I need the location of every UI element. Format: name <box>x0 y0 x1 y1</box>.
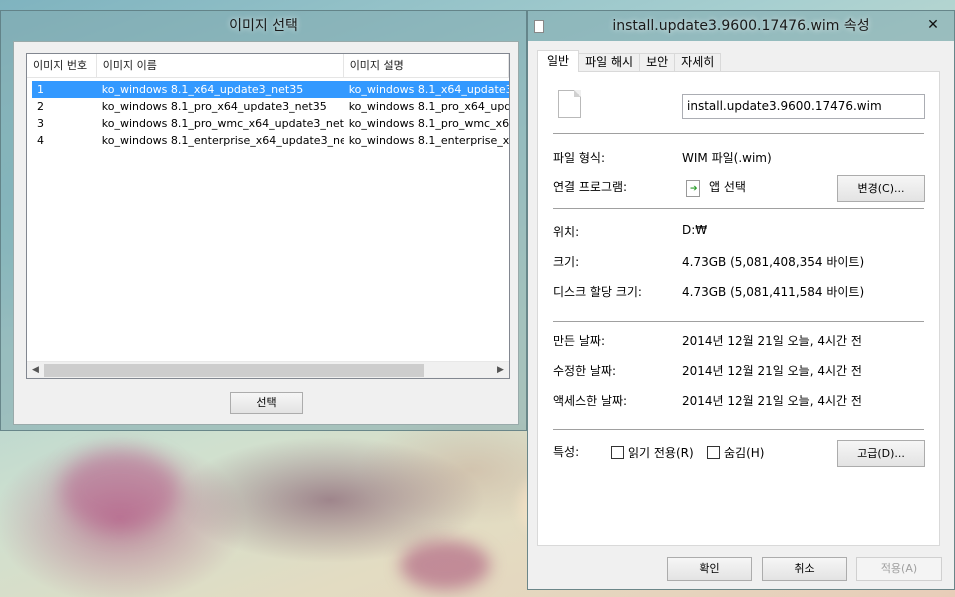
scroll-right-icon[interactable]: ▶ <box>492 362 509 378</box>
image-list[interactable]: 이미지 번호 이미지 이름 이미지 설명 1 ko_windows 8.1_x6… <box>26 53 510 379</box>
window-title: install.update3.9600.17476.wim 속성 <box>612 18 870 34</box>
row-desc: ko_windows 8.1_x64_update3_net35 <box>348 83 509 96</box>
app-arrow-icon: ➔ <box>690 184 698 194</box>
column-header-name[interactable]: 이미지 이름 <box>97 54 344 77</box>
image-select-window: 이미지 선택 이미지 번호 이미지 이름 이미지 설명 1 ko_windows… <box>0 10 527 431</box>
opens-with-value: 앱 선택 <box>709 180 746 194</box>
close-icon[interactable]: ✕ <box>918 15 948 35</box>
file-type-value: WIM 파일(.wim) <box>682 151 772 165</box>
readonly-checkbox[interactable] <box>611 446 624 459</box>
location-label: 위치: <box>553 225 580 239</box>
hidden-checkbox[interactable] <box>707 446 720 459</box>
column-header-desc[interactable]: 이미지 설명 <box>344 54 509 77</box>
tab-security[interactable]: 보안 <box>639 53 676 72</box>
row-name: ko_windows 8.1_pro_x64_update3_net35 <box>101 100 327 113</box>
opens-with-label: 연결 프로그램: <box>553 180 628 194</box>
row-desc: ko_windows 8.1_enterprise_x64_update3_ne… <box>348 134 509 147</box>
accessed-label: 액세스한 날짜: <box>553 394 628 408</box>
column-header-index[interactable]: 이미지 번호 <box>27 54 97 77</box>
horizontal-scrollbar[interactable]: ◀ ▶ <box>27 361 509 378</box>
created-label: 만든 날짜: <box>553 334 606 348</box>
tab-strip: 일반 파일 해시 보안 자세히 <box>537 50 722 72</box>
app-icon: ➔ <box>686 180 700 197</box>
background-flare <box>60 450 180 530</box>
disk-size-value: 4.73GB (5,081,411,584 바이트) <box>682 285 865 299</box>
general-panel: install.update3.9600.17476.wim 파일 형식: WI… <box>537 71 940 546</box>
file-name-field[interactable]: install.update3.9600.17476.wim <box>682 94 925 119</box>
readonly-label[interactable]: 읽기 전용(R) <box>628 444 694 461</box>
image-select-client: 이미지 번호 이미지 이름 이미지 설명 1 ko_windows 8.1_x6… <box>13 41 519 425</box>
hidden-label[interactable]: 숨김(H) <box>724 444 764 461</box>
separator <box>553 429 924 430</box>
tab-general[interactable]: 일반 <box>537 50 580 72</box>
list-item[interactable]: 1 ko_windows 8.1_x64_update3_net35 ko_wi… <box>32 81 509 98</box>
list-item[interactable]: 3 ko_windows 8.1_pro_wmc_x64_update3_net… <box>32 115 509 132</box>
row-desc: ko_windows 8.1_pro_wmc_x64_update3_net35 <box>348 117 509 130</box>
row-name: ko_windows 8.1_pro_wmc_x64_update3_net35 <box>101 117 344 130</box>
ok-button[interactable]: 확인 <box>667 557 752 581</box>
modified-value: 2014년 12월 21일 오늘, 4시간 전 <box>682 364 862 378</box>
row-name: ko_windows 8.1_x64_update3_net35 <box>101 83 304 96</box>
select-button[interactable]: 선택 <box>230 392 303 414</box>
advanced-button[interactable]: 고급(D)... <box>837 440 925 467</box>
list-item[interactable]: 4 ko_windows 8.1_enterprise_x64_update3_… <box>32 132 509 149</box>
apply-button[interactable]: 적용(A) <box>856 557 942 581</box>
tab-file-hash[interactable]: 파일 해시 <box>578 53 641 72</box>
row-index: 3 <box>37 117 44 130</box>
row-index: 2 <box>37 100 44 113</box>
size-value: 4.73GB (5,081,408,354 바이트) <box>682 255 865 269</box>
change-button[interactable]: 변경(C)... <box>837 175 925 202</box>
window-title: 이미지 선택 <box>229 18 298 34</box>
created-value: 2014년 12월 21일 오늘, 4시간 전 <box>682 334 862 348</box>
separator <box>553 133 924 134</box>
row-name: ko_windows 8.1_enterprise_x64_update3_ne… <box>101 134 344 147</box>
file-icon <box>558 90 581 118</box>
row-index: 4 <box>37 134 44 147</box>
background-flare <box>400 540 490 590</box>
list-rows: 1 ko_windows 8.1_x64_update3_net35 ko_wi… <box>27 78 509 149</box>
properties-window: install.update3.9600.17476.wim 속성 ✕ 일반 파… <box>527 10 955 590</box>
separator <box>553 208 924 209</box>
modified-label: 수정한 날짜: <box>553 364 617 378</box>
list-header: 이미지 번호 이미지 이름 이미지 설명 <box>27 54 509 78</box>
scroll-left-icon[interactable]: ◀ <box>27 362 44 378</box>
location-value: D:₩ <box>682 223 708 237</box>
properties-client: 일반 파일 해시 보안 자세히 install.update3.9600.174… <box>528 41 954 589</box>
row-desc: ko_windows 8.1_pro_x64_update3_net35 <box>348 100 509 113</box>
separator <box>553 321 924 322</box>
row-index: 1 <box>37 83 44 96</box>
tab-details[interactable]: 자세히 <box>674 53 722 72</box>
file-type-label: 파일 형식: <box>553 151 606 165</box>
accessed-value: 2014년 12월 21일 오늘, 4시간 전 <box>682 394 862 408</box>
scroll-thumb[interactable] <box>44 364 424 377</box>
list-item[interactable]: 2 ko_windows 8.1_pro_x64_update3_net35 k… <box>32 98 509 115</box>
size-label: 크기: <box>553 255 580 269</box>
cancel-button[interactable]: 취소 <box>762 557 847 581</box>
disk-size-label: 디스크 할당 크기: <box>553 285 642 299</box>
attributes-label: 특성: <box>553 445 580 459</box>
